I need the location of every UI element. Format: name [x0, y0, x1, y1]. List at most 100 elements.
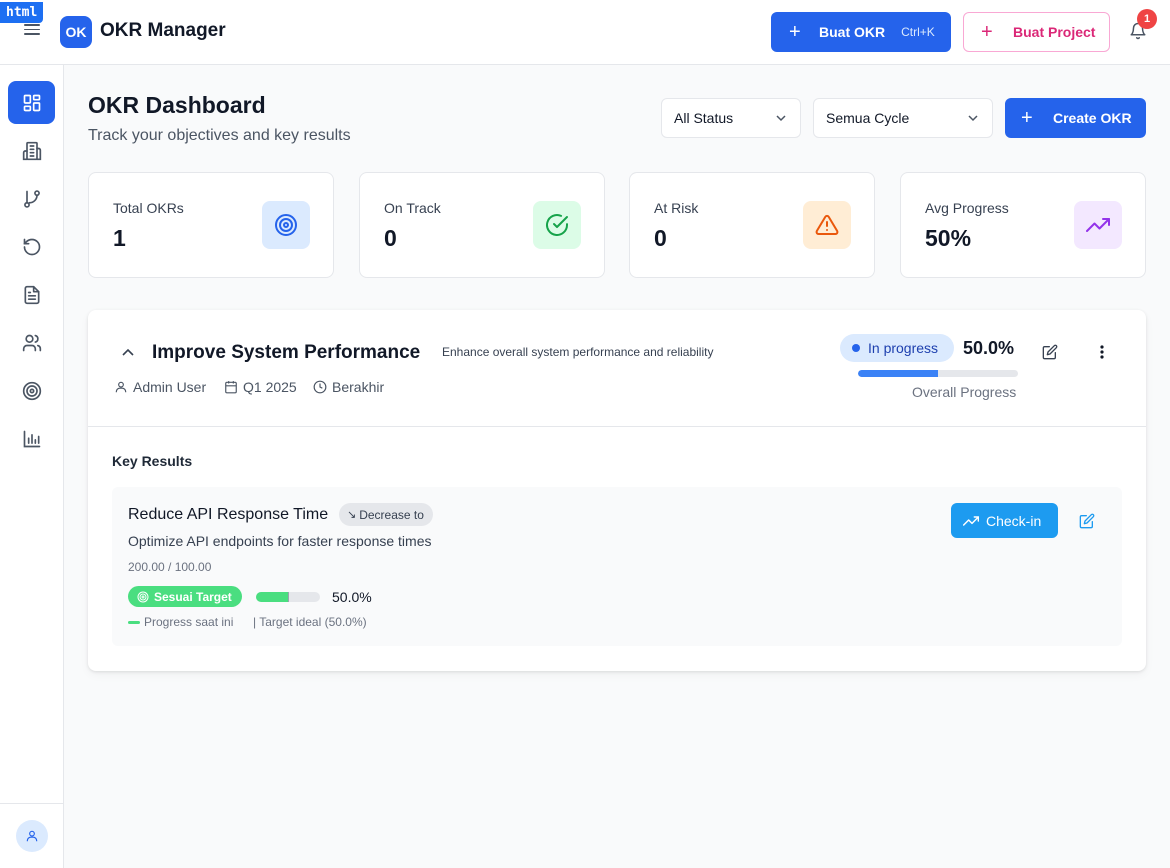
- trending-up-icon: [963, 515, 979, 526]
- sidebar-item-organization[interactable]: [8, 129, 55, 172]
- okr-time-status-value: Berakhir: [332, 379, 385, 395]
- status-filter-value: All Status: [674, 110, 734, 126]
- create-okr-label: Buat OKR: [819, 24, 886, 40]
- sidebar-item-dashboard[interactable]: [8, 81, 55, 124]
- key-result-type-label: Decrease to: [359, 507, 424, 522]
- okr-owner: Admin User: [114, 379, 206, 395]
- document-icon: [24, 285, 40, 304]
- create-okr-button-label: Create OKR: [1053, 110, 1132, 126]
- legend-swatch: [128, 620, 140, 624]
- key-result-title: Reduce API Response Time: [128, 506, 329, 523]
- check-in-button[interactable]: Check-in: [951, 503, 1058, 538]
- stat-icon-box: [1074, 201, 1122, 249]
- trending-up-icon: [1086, 218, 1110, 232]
- okr-title: Improve System Performance: [152, 342, 421, 363]
- user-icon: [26, 830, 38, 842]
- users-icon: [22, 334, 41, 351]
- stat-label: On Track: [384, 200, 441, 216]
- stat-value: 1: [113, 225, 126, 251]
- legend-ideal-label: | Target ideal (50.0%): [253, 615, 367, 629]
- stat-value: 50%: [925, 225, 972, 251]
- create-project-button[interactable]: + Buat Project: [963, 12, 1110, 52]
- stat-icon-box: [262, 201, 310, 249]
- sidebar-divider: [0, 803, 63, 804]
- page-subtitle: Track your objectives and key results: [88, 127, 351, 144]
- target-icon: [137, 591, 149, 602]
- stat-card-total-okrs: Total OKRs 1: [88, 172, 334, 278]
- card-divider: [88, 426, 1146, 427]
- target-icon: [275, 214, 297, 236]
- status-filter-select[interactable]: All Status: [661, 98, 801, 138]
- key-result-item: Reduce API Response Time ↘ Decrease to O…: [112, 487, 1122, 646]
- keyboard-shortcut: Ctrl+K: [901, 25, 935, 39]
- stat-icon-box: [533, 201, 581, 249]
- debug-badge: html: [0, 2, 44, 23]
- sidebar: [0, 65, 64, 868]
- okr-description: Enhance overall system performance and r…: [442, 345, 714, 359]
- legend-current-progress: Progress saat ini: [128, 615, 233, 629]
- okr-progress-percent: 50.0%: [963, 338, 1015, 358]
- sidebar-item-users[interactable]: [8, 321, 55, 364]
- legend-current-label: Progress saat ini: [144, 615, 234, 629]
- user-icon: [115, 381, 127, 393]
- stat-icon-box: [803, 201, 851, 249]
- stat-label: Avg Progress: [925, 200, 1009, 216]
- create-okr-header-button[interactable]: + Buat OKR Ctrl+K: [771, 12, 951, 52]
- chevron-up-icon[interactable]: [122, 348, 134, 356]
- legend-ideal-target: | Target ideal (50.0%): [253, 615, 367, 629]
- sidebar-item-history[interactable]: [8, 225, 55, 268]
- create-okr-button[interactable]: + Create OKR: [1005, 98, 1146, 138]
- stat-value: 0: [654, 225, 667, 251]
- key-results-heading: Key Results: [112, 453, 193, 469]
- top-header: html OK OKR Manager + Buat OKR Ctrl+K + …: [0, 0, 1170, 65]
- history-icon: [23, 238, 40, 255]
- clock-icon: [313, 380, 327, 394]
- chevron-down-icon: [968, 115, 978, 122]
- plus-icon: +: [789, 20, 801, 43]
- okr-progress-caption: Overall Progress: [912, 384, 1017, 400]
- status-dot: [852, 344, 860, 352]
- stat-card-avg-progress: Avg Progress 50%: [900, 172, 1146, 278]
- edit-icon[interactable]: [1042, 344, 1058, 360]
- okr-card: Improve System Performance Enhance overa…: [88, 310, 1146, 671]
- sidebar-item-goals[interactable]: [8, 369, 55, 412]
- arrow-down-right-icon: ↘: [347, 509, 357, 521]
- stat-label: Total OKRs: [113, 200, 184, 216]
- okr-time-status: Berakhir: [313, 379, 384, 395]
- stat-card-at-risk: At Risk 0: [629, 172, 875, 278]
- app-title: OKR Manager: [100, 20, 226, 41]
- sidebar-item-documents[interactable]: [8, 273, 55, 316]
- okr-owner-name: Admin User: [133, 379, 207, 395]
- okr-progress-bar: [858, 370, 1018, 377]
- git-branch-icon: [23, 189, 40, 208]
- cycle-filter-value: Semua Cycle: [826, 110, 910, 126]
- stat-value: 0: [384, 225, 397, 251]
- page-title: OKR Dashboard: [88, 92, 266, 118]
- app-logo: OK: [60, 16, 92, 48]
- menu-icon[interactable]: [24, 24, 40, 38]
- key-result-progress-bar: [256, 592, 320, 602]
- sidebar-item-reports[interactable]: [8, 417, 55, 460]
- stat-label: At Risk: [654, 200, 699, 216]
- more-vertical-icon[interactable]: [1098, 344, 1106, 360]
- ideal-target-marker: [288, 592, 289, 602]
- notification-badge: 1: [1137, 9, 1157, 29]
- user-avatar[interactable]: [16, 820, 48, 852]
- stat-card-on-track: On Track 0: [359, 172, 605, 278]
- okr-cycle-value: Q1 2025: [243, 379, 297, 395]
- building-icon: [22, 141, 41, 160]
- okr-progress-fill: [858, 370, 938, 377]
- calendar-icon: [225, 381, 237, 394]
- key-result-values: 200.00 / 100.00: [128, 560, 212, 574]
- on-target-badge: Sesuai Target: [128, 586, 242, 607]
- on-target-label: Sesuai Target: [154, 589, 232, 604]
- key-result-description: Optimize API endpoints for faster respon…: [128, 533, 432, 549]
- edit-icon[interactable]: [1079, 513, 1095, 529]
- check-circle-icon: [546, 214, 568, 236]
- plus-icon: +: [1021, 106, 1033, 129]
- status-label: In progress: [868, 340, 939, 356]
- cycle-filter-select[interactable]: Semua Cycle: [813, 98, 993, 138]
- plus-icon: +: [981, 20, 993, 43]
- sidebar-item-branches[interactable]: [8, 177, 55, 220]
- okr-cycle: Q1 2025: [224, 379, 297, 395]
